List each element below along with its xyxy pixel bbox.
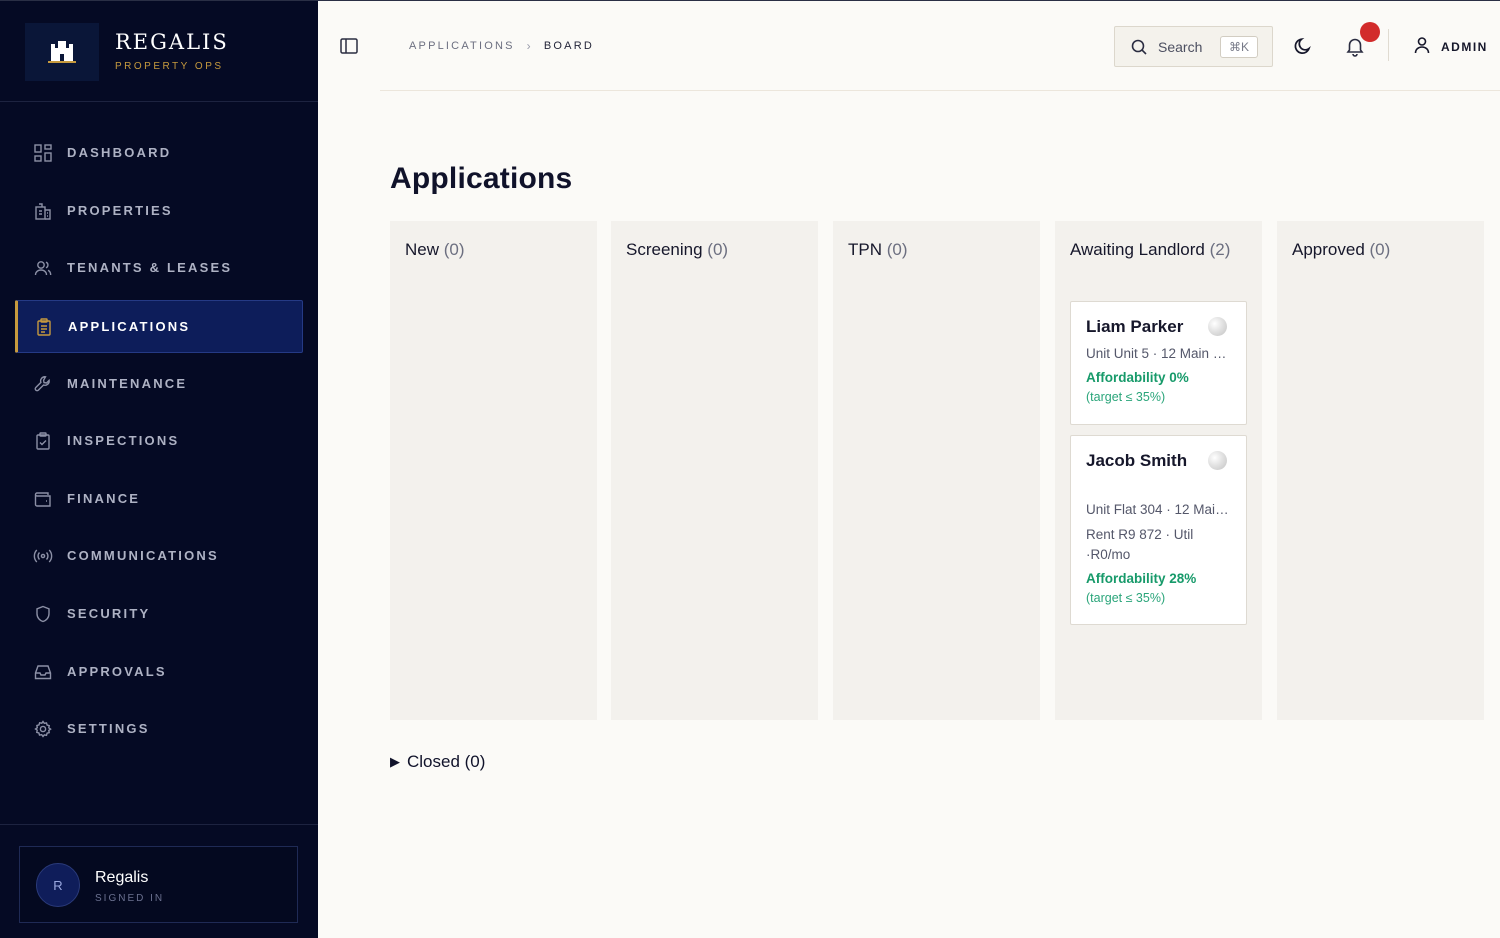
affordability-target: (target ≤ 35%) xyxy=(1086,591,1166,605)
affordability-value: Affordability 0% xyxy=(1086,370,1189,385)
breadcrumb-board: BOARD xyxy=(543,40,594,52)
grid-icon xyxy=(32,142,54,164)
sidebar-item-label: SETTINGS xyxy=(67,721,150,736)
clipboard-check-icon xyxy=(32,430,54,452)
sidebar-item-finance[interactable]: FINANCE xyxy=(15,472,303,525)
avatar xyxy=(1208,317,1227,336)
column-count: (0) xyxy=(1369,240,1391,259)
board-column-awaiting-landlord: Awaiting Landlord (2) Liam Parker Unit U… xyxy=(1055,221,1262,720)
rent-details: Rent R9 872 · Util ·R0/mo xyxy=(1086,527,1194,562)
affordability-value: Affordability 28% xyxy=(1086,571,1197,586)
breadcrumb-applications[interactable]: APPLICATIONS xyxy=(409,40,515,52)
user-card[interactable]: R Regalis SIGNED IN xyxy=(19,846,298,923)
sidebar-item-label: MAINTENANCE xyxy=(67,376,188,391)
sidebar-item-settings[interactable]: SETTINGS xyxy=(15,702,303,755)
column-title: Approved xyxy=(1292,240,1365,259)
applicant-name: Liam Parker xyxy=(1086,317,1184,336)
column-header: Awaiting Landlord (2) xyxy=(1070,237,1250,262)
applicant-name: Jacob Smith xyxy=(1086,451,1188,470)
sidebar: REGALIS PROPERTY OPS DASHBOARD PROPERTIE… xyxy=(0,0,318,938)
wrench-icon xyxy=(32,373,54,395)
search-button[interactable]: Search ⌘K xyxy=(1114,26,1273,67)
moon-icon[interactable] xyxy=(1293,36,1315,58)
sidebar-item-label: APPLICATIONS xyxy=(68,319,191,334)
castle-logo-icon xyxy=(25,23,99,81)
sidebar-item-tenants-leases[interactable]: TENANTS & LEASES xyxy=(15,241,303,294)
sidebar-item-label: COMMUNICATIONS xyxy=(67,548,219,563)
avatar: R xyxy=(36,863,80,907)
users-icon xyxy=(32,257,54,279)
sidebar-toggle-icon[interactable] xyxy=(339,36,361,58)
unit-address: Unit Unit 5 · 12 Main Road xyxy=(1086,346,1234,361)
sidebar-item-label: TENANTS & LEASES xyxy=(67,260,233,275)
sidebar-item-communications[interactable]: COMMUNICATIONS xyxy=(15,529,303,582)
search-shortcut: ⌘K xyxy=(1220,36,1258,58)
closed-section-toggle[interactable]: ▶ Closed (0) xyxy=(390,752,485,772)
sidebar-item-label: PROPERTIES xyxy=(67,203,173,218)
topbar-divider xyxy=(380,90,1500,91)
column-header: New (0) xyxy=(405,237,585,262)
column-count: (0) xyxy=(886,240,908,259)
user-icon xyxy=(1414,36,1430,59)
sidebar-item-label: FINANCE xyxy=(67,491,141,506)
brand-title: REGALIS xyxy=(115,30,229,54)
user-status: SIGNED IN xyxy=(95,893,165,904)
brand-subtitle: PROPERTY OPS xyxy=(115,61,224,72)
board-column-screening: Screening (0) xyxy=(611,221,818,720)
breadcrumb: APPLICATIONS › BOARD xyxy=(409,39,594,53)
unit-address: Unit Flat 304 · 12 Main Road xyxy=(1086,502,1234,517)
sidebar-item-approvals[interactable]: APPROVALS xyxy=(15,645,303,698)
column-header: TPN (0) xyxy=(848,237,1028,262)
application-card[interactable]: Liam Parker Unit Unit 5 · 12 Main Road A… xyxy=(1070,301,1247,425)
board-column-tpn: TPN (0) xyxy=(833,221,1040,720)
sidebar-item-applications[interactable]: APPLICATIONS xyxy=(15,300,303,353)
sidebar-item-properties[interactable]: PROPERTIES xyxy=(15,184,303,237)
chevron-right-icon: › xyxy=(526,39,533,53)
avatar xyxy=(1208,451,1227,470)
page-title: Applications xyxy=(390,162,573,195)
sidebar-item-label: SECURITY xyxy=(67,606,151,621)
broadcast-icon xyxy=(32,545,54,567)
shield-icon xyxy=(32,603,54,625)
user-menu-label: ADMIN xyxy=(1441,40,1488,54)
user-menu-button[interactable]: ADMIN xyxy=(1414,36,1488,59)
column-title: Awaiting Landlord xyxy=(1070,240,1205,259)
application-card[interactable]: Jacob Smith Unit Flat 304 · 12 Main Road… xyxy=(1070,435,1247,625)
sidebar-item-label: INSPECTIONS xyxy=(67,433,180,448)
gear-icon xyxy=(32,718,54,740)
column-count: (0) xyxy=(707,240,729,259)
brand[interactable]: REGALIS PROPERTY OPS xyxy=(0,1,318,102)
sidebar-item-security[interactable]: SECURITY xyxy=(15,587,303,640)
board-column-new: New (0) xyxy=(390,221,597,720)
affordability-target: (target ≤ 35%) xyxy=(1086,390,1166,404)
sidebar-item-inspections[interactable]: INSPECTIONS xyxy=(15,414,303,467)
search-icon xyxy=(1130,38,1148,56)
topbar: APPLICATIONS › BOARD Search ⌘K ADMIN xyxy=(318,0,1500,91)
column-title: TPN xyxy=(848,240,882,259)
column-count: (0) xyxy=(443,240,465,259)
sidebar-item-dashboard[interactable]: DASHBOARD xyxy=(15,126,303,179)
inbox-icon xyxy=(32,661,54,683)
search-label: Search xyxy=(1158,39,1203,55)
sidebar-item-label: APPROVALS xyxy=(67,664,167,679)
column-title: New xyxy=(405,240,440,259)
column-title: Screening xyxy=(626,240,703,259)
column-header: Screening (0) xyxy=(626,237,806,262)
triangle-right-icon: ▶ xyxy=(390,754,400,769)
column-header: Approved (0) xyxy=(1292,237,1472,262)
board-column-approved: Approved (0) xyxy=(1277,221,1484,720)
closed-section-label: Closed (0) xyxy=(407,752,486,771)
sidebar-item-maintenance[interactable]: MAINTENANCE xyxy=(15,357,303,410)
wallet-icon xyxy=(32,488,54,510)
clipboard-icon xyxy=(33,316,55,338)
sidebar-item-label: DASHBOARD xyxy=(67,145,172,160)
notification-badge xyxy=(1360,22,1380,42)
sidebar-footer: R Regalis SIGNED IN xyxy=(0,824,318,938)
divider xyxy=(1388,29,1389,61)
building-icon xyxy=(32,200,54,222)
user-name: Regalis xyxy=(95,869,149,886)
column-count: (2) xyxy=(1209,240,1231,259)
